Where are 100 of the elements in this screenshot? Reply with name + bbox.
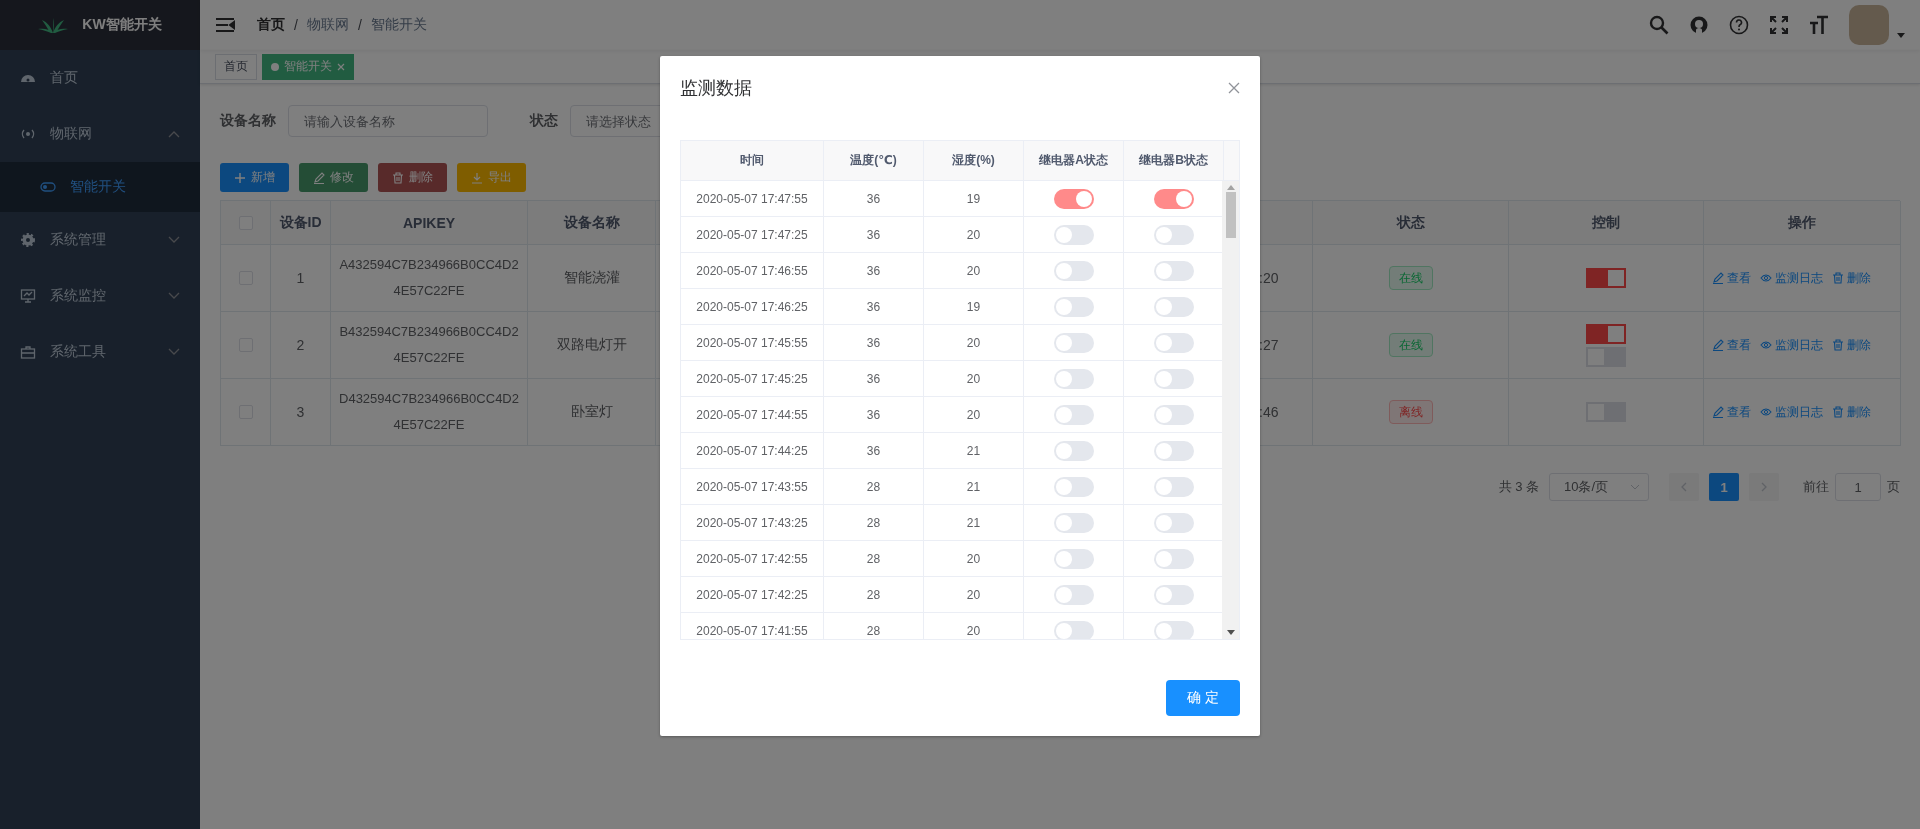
toggle-switch[interactable] [1153,476,1194,497]
help-icon[interactable] [1729,15,1749,35]
sidebar-submenu-item[interactable]: 智能开关 [0,162,200,212]
toggle-switch[interactable] [1053,224,1094,245]
search-icon[interactable] [1649,15,1669,35]
page-input[interactable]: 1 [1835,473,1881,501]
toggle-switch[interactable] [1153,512,1194,533]
menu-label: 物联网 [50,125,93,143]
toggle-switch[interactable] [1053,512,1094,533]
toggle-switch[interactable] [1153,188,1194,209]
table-cell: 36 [866,191,881,206]
avatar-photo-placeholder[interactable] [1849,5,1889,45]
menu-icon[interactable] [215,17,235,33]
menu-label: 首页 [50,69,79,87]
text-size-icon[interactable] [1809,15,1829,35]
tag-tab[interactable]: 智能开关 [262,53,354,80]
table-cell: :27 [1259,337,1279,353]
toggle-switch[interactable] [1153,404,1194,425]
leaf-logo-icon [38,17,69,33]
table-cell: 19 [966,191,981,206]
toggle-switch[interactable] [1053,260,1094,281]
toggle-switch[interactable] [1053,548,1094,569]
goto-label: 前往 [1803,478,1829,496]
toggle-switch[interactable] [1153,584,1194,605]
sidebar-menu-item[interactable]: 系统管理 [0,212,200,268]
close-icon[interactable] [1228,82,1240,94]
table-cell: 21 [966,515,981,530]
trash-icon [1832,339,1844,351]
page-size-select[interactable]: 10条/页 [1549,473,1649,501]
toggle-switch[interactable] [1053,584,1094,605]
toggle-switch[interactable] [1053,332,1094,353]
prev-page-button[interactable] [1669,473,1699,501]
column-header: 湿度(%) [952,152,995,169]
chevron-right-icon [1761,482,1767,492]
confirm-button[interactable]: 确 定 [1166,680,1240,716]
action-link[interactable]: 监测日志 [1760,403,1823,421]
toggle-switch[interactable] [1153,224,1194,245]
toggle-switch[interactable] [1153,260,1194,281]
toggle-switch[interactable] [1153,368,1194,389]
fullscreen-icon[interactable] [1769,15,1789,35]
menu-label: 系统工具 [50,343,107,361]
sidebar-menu-item[interactable]: 首页 [0,50,200,106]
column-header: 继电器A状态 [1039,152,1108,169]
table-cell: 20 [966,371,981,386]
toggle-switch[interactable] [1053,620,1094,639]
breadcrumb-item: 物联网 [306,16,349,34]
page-number[interactable]: 1 [1709,473,1739,501]
table-cell: 卧室灯 [570,403,613,421]
toggle-switch[interactable] [1053,440,1094,461]
table-cell: 19 [966,299,981,314]
toggle-switch[interactable] [1153,332,1194,353]
sidebar-menu-item[interactable]: 物联网 [0,106,200,162]
scrollbar-thumb[interactable] [1225,192,1236,238]
table-cell: 21 [966,479,981,494]
toggle-switch[interactable] [1153,296,1194,317]
table-cell: 3 [296,404,305,420]
table-cell: 2020-05-07 17:43:25 [696,515,808,530]
table-cell: 20 [966,335,981,350]
menu-label: 系统管理 [50,231,107,249]
action-link[interactable]: 删除 [1832,336,1871,354]
breadcrumb-item[interactable]: 首页 [257,16,285,34]
next-page-button[interactable] [1749,473,1779,501]
sidebar-menu-item[interactable]: 系统工具 [0,324,200,380]
sidebar-menu-item[interactable]: 系统监控 [0,268,200,324]
column-header: 时间 [740,152,764,169]
action-link[interactable]: 监测日志 [1760,269,1823,287]
pencil-icon [1712,272,1724,284]
toolbar-button[interactable]: 新增 [220,163,289,192]
toggle-switch[interactable] [1586,268,1626,288]
input-field[interactable]: 请输入设备名称 [288,105,488,137]
toggle-switch[interactable] [1153,440,1194,461]
trash-icon [1832,406,1844,418]
caret-icon[interactable] [1897,32,1905,38]
tag-tab[interactable]: 首页 [215,53,257,80]
scrollbar[interactable] [1222,181,1239,639]
toggle-switch[interactable] [1053,368,1094,389]
toolbar-button[interactable]: 导出 [457,163,526,192]
column-header: 设备名称 [563,213,620,232]
arrow-down-icon[interactable] [1226,630,1235,635]
toggle-switch[interactable] [1153,548,1194,569]
table-cell: :46 [1259,404,1279,420]
trash-icon [392,171,404,184]
action-link[interactable]: 查看 [1712,269,1751,287]
toggle-switch[interactable] [1586,323,1626,344]
action-link[interactable]: 监测日志 [1760,336,1823,354]
toggle-switch[interactable] [1053,476,1094,497]
toggle-switch[interactable] [1153,620,1194,639]
action-link[interactable]: 查看 [1712,403,1751,421]
table-cell: 2020-05-07 17:47:25 [696,227,808,242]
toggle-switch[interactable] [1053,404,1094,425]
action-link[interactable]: 删除 [1832,403,1871,421]
toggle-switch[interactable] [1053,296,1094,317]
table-cell: 智能浇灌 [563,269,620,287]
action-link[interactable]: 删除 [1832,269,1871,287]
table-cell: 28 [866,587,881,602]
action-link[interactable]: 查看 [1712,336,1751,354]
toggle-switch[interactable] [1053,188,1094,209]
arrow-up-icon[interactable] [1226,185,1235,190]
table-cell: 2020-05-07 17:45:55 [696,335,808,350]
settings-icon [20,232,36,248]
